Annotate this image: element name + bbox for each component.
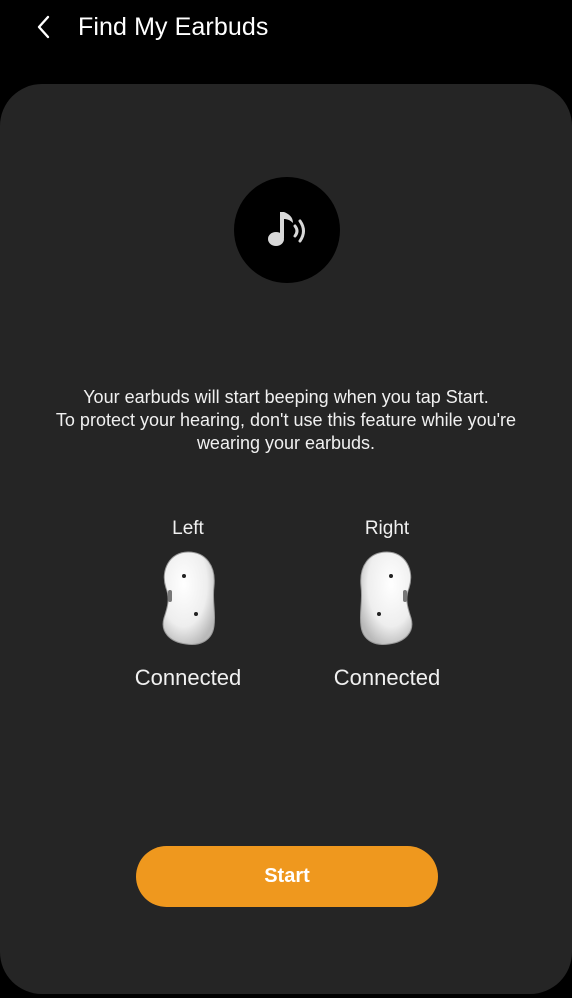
right-earbud-label: Right bbox=[364, 518, 410, 539]
start-button[interactable]: Start bbox=[136, 846, 438, 907]
instruction-line-3: wearing your earbuds. bbox=[196, 433, 376, 453]
left-earbud-label: Left bbox=[172, 518, 204, 539]
chevron-left-icon bbox=[37, 15, 50, 39]
instruction-line-2: To protect your hearing, don't use this … bbox=[55, 410, 517, 430]
page-title: Find My Earbuds bbox=[78, 13, 269, 41]
right-earbud-status: Connected bbox=[333, 665, 441, 690]
left-earbud: Left Connected bbox=[118, 516, 258, 692]
right-earbud-image bbox=[359, 551, 413, 645]
find-earbuds-card: Your earbuds will start beeping when you… bbox=[0, 84, 572, 994]
left-earbud-image bbox=[162, 551, 216, 645]
instruction-text: Your earbuds will start beeping when you… bbox=[20, 386, 552, 455]
sound-indicator bbox=[234, 177, 340, 283]
left-earbud-status: Connected bbox=[134, 665, 242, 690]
back-button[interactable] bbox=[28, 10, 60, 44]
right-earbud: Right Connected bbox=[317, 516, 457, 692]
app-header: Find My Earbuds bbox=[0, 0, 572, 84]
instruction-line-1: Your earbuds will start beeping when you… bbox=[83, 387, 489, 407]
music-note-sound-icon bbox=[268, 212, 305, 246]
